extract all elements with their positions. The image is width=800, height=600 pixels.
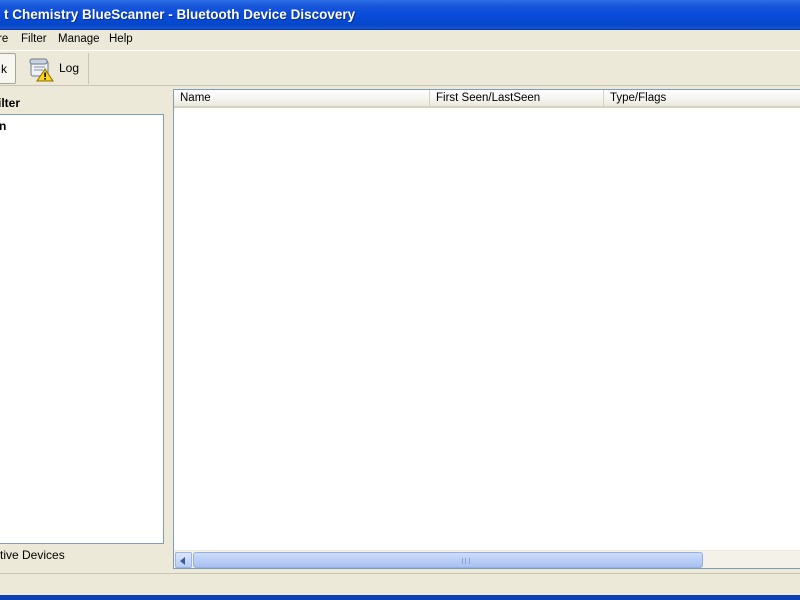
menu-item-manage[interactable]: Manage xyxy=(58,33,100,45)
filter-pane-header: ilter xyxy=(0,94,165,114)
scrollbar-grip-icon xyxy=(462,558,470,564)
filter-pane-title: ilter xyxy=(0,96,21,110)
horizontal-scrollbar[interactable] xyxy=(174,550,800,568)
active-devices-text: ctive Devices xyxy=(0,548,65,562)
filter-tree[interactable]: n xyxy=(0,114,164,544)
column-header-type-flags[interactable]: Type/Flags xyxy=(604,90,800,106)
column-header-name[interactable]: Name xyxy=(174,90,430,106)
menu-item-help[interactable]: Help xyxy=(109,33,133,45)
device-list-body[interactable] xyxy=(174,108,800,550)
toolbar: k Log xyxy=(0,50,800,86)
menu-bar: re Filter Manage Help xyxy=(0,30,800,50)
log-toolbar-button[interactable]: Log xyxy=(23,53,89,84)
log-warning-icon xyxy=(28,56,54,82)
scroll-left-arrow-icon[interactable] xyxy=(175,552,192,568)
device-list-view[interactable]: Name First Seen/LastSeen Type/Flags xyxy=(173,89,800,569)
window-title: t Chemistry BlueScanner - Bluetooth Devi… xyxy=(4,7,356,22)
list-header: Name First Seen/LastSeen Type/Flags xyxy=(174,90,800,108)
menu-item-file[interactable]: re xyxy=(0,33,8,45)
log-button-label: Log xyxy=(59,61,80,75)
tree-node[interactable]: n xyxy=(0,119,6,133)
menu-item-filter[interactable]: Filter xyxy=(21,33,47,45)
status-bar xyxy=(0,573,800,595)
scrollbar-thumb[interactable] xyxy=(193,552,703,568)
window-bottom-border xyxy=(0,595,800,600)
network-button-label: k xyxy=(1,62,7,76)
column-header-first-seen[interactable]: First Seen/LastSeen xyxy=(430,90,604,106)
title-bar[interactable]: t Chemistry BlueScanner - Bluetooth Devi… xyxy=(0,0,800,30)
network-toolbar-button[interactable]: k xyxy=(0,53,16,84)
